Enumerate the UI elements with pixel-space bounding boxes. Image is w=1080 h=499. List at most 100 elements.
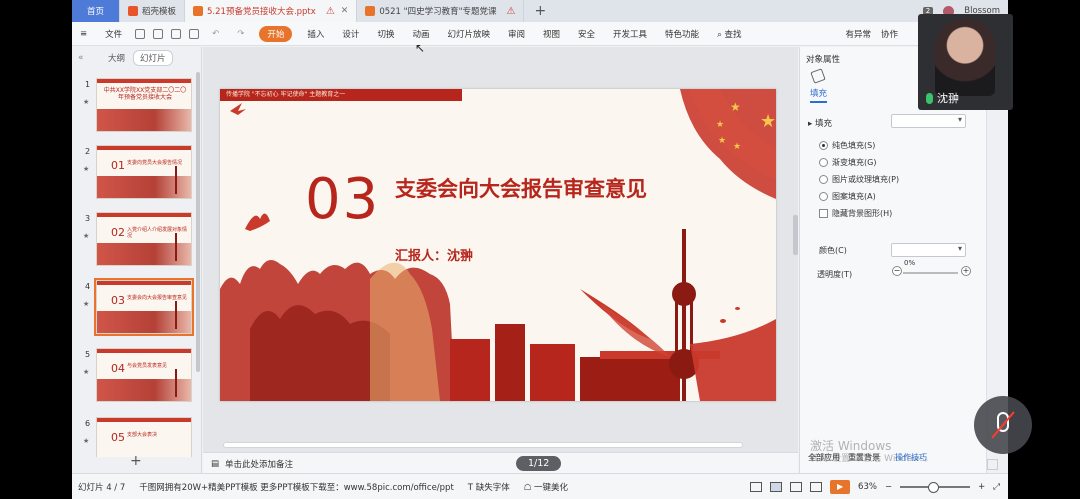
tab-developer[interactable]: 开发工具 <box>604 28 656 40</box>
tab-design[interactable]: 设计 <box>333 28 368 40</box>
animation-star-icon: ★ <box>83 232 90 240</box>
thumb-row[interactable]: 5 ★ 04 与会党员发表意见 <box>72 348 202 408</box>
tab-slideshow[interactable]: 幻灯片放映 <box>438 28 499 40</box>
beautify-button[interactable]: ☖ 一键美化 <box>524 481 568 493</box>
undo-icon[interactable]: ↶ <box>203 29 228 39</box>
tab-insert[interactable]: 插入 <box>298 28 333 40</box>
checkbox-hide-background[interactable]: 隐藏背景图形(H) <box>819 208 892 219</box>
video-tile[interactable]: 沈翀 <box>918 14 1013 110</box>
animation-star-icon: ★ <box>83 437 90 445</box>
radio-pattern-fill[interactable]: 图案填充(A) <box>819 191 876 202</box>
file-menu[interactable]: 文件 <box>96 28 131 40</box>
tab-doc2[interactable]: 0521 "四史学习教育"专题党课 ⚠ <box>357 0 525 22</box>
color-dropdown[interactable] <box>891 243 966 257</box>
tab-outline[interactable]: 大纲 <box>108 52 125 64</box>
canvas-vscrollbar[interactable] <box>793 215 798 255</box>
reset-background-button[interactable]: 重置背景 <box>848 452 880 463</box>
normal-view-icon[interactable] <box>770 481 783 492</box>
tips-link[interactable]: 操作技巧 <box>895 452 927 463</box>
zoom-out-icon[interactable]: − <box>885 482 892 492</box>
thumb-row[interactable]: 3 ★ 02 入党介绍人介绍发展对象情况 <box>72 212 202 272</box>
ad-text[interactable]: 千图网拥有20W+精美PPT模板 更多PPT模板下载至：www.58pic.co… <box>139 481 454 493</box>
radio-gradient-fill[interactable]: 渐变填充(G) <box>819 157 876 168</box>
missing-font-button[interactable]: T 缺失字体 <box>468 481 510 493</box>
panel-scrollbar[interactable] <box>196 72 200 372</box>
zoom-in-icon[interactable]: + <box>978 482 985 492</box>
transparency-label: 透明度(T) <box>817 270 853 279</box>
radio-picture-fill[interactable]: 图片或纹理填充(P) <box>819 174 899 185</box>
tab-review[interactable]: 审阅 <box>499 28 534 40</box>
page-indicator: 1/12 <box>516 456 562 471</box>
changes-button[interactable]: 有异常 <box>845 28 871 40</box>
tab-view[interactable]: 视图 <box>534 28 569 40</box>
tab-transition[interactable]: 切换 <box>368 28 403 40</box>
slide-thumbnail[interactable]: 02 入党介绍人介绍发展对象情况 <box>96 212 192 266</box>
transparency-slider[interactable] <box>903 272 958 274</box>
petal <box>720 319 726 323</box>
slide-thumbnail[interactable]: 05 支部大会表决 <box>96 417 192 457</box>
menu-icon[interactable]: ≡ <box>80 29 96 39</box>
transparency-increase[interactable]: + <box>961 266 971 276</box>
zoom-slider[interactable] <box>900 481 971 493</box>
thumb-silhouette <box>97 243 191 265</box>
slide-title: 支委会向大会报告审查意见 <box>395 177 647 201</box>
thumb-row-current[interactable]: 4 ★ 03 支委会向大会报告审查意见 <box>72 278 202 340</box>
thumb-tower <box>175 233 177 261</box>
print-icon[interactable] <box>171 28 182 39</box>
canvas-hscrollbar[interactable] <box>223 442 743 448</box>
redo-icon[interactable]: ↷ <box>228 29 253 39</box>
search-button[interactable]: ⌕ 查找 <box>708 28 750 40</box>
close-icon[interactable]: ✕ <box>341 6 349 16</box>
grid-view-icon[interactable] <box>987 459 998 470</box>
reading-view-icon[interactable] <box>810 481 823 492</box>
thumb-banner <box>97 281 191 285</box>
thumb-row[interactable]: 2 ★ 01 支委向党员大会报告情况 <box>72 145 202 205</box>
participant-video <box>935 18 995 96</box>
tab-fill[interactable]: 填充 <box>810 87 828 103</box>
fit-window-icon[interactable]: ⤢ <box>993 482 1000 492</box>
participant-name: 沈翀 <box>937 92 959 105</box>
mute-button[interactable] <box>974 396 1032 454</box>
notes-placeholder[interactable]: 单击此处添加备注 <box>225 458 293 470</box>
fill-dropdown[interactable] <box>891 114 966 128</box>
tab-start[interactable]: 开始 <box>259 25 293 42</box>
apply-all-button[interactable]: 全部应用 <box>808 452 840 463</box>
tab-home[interactable]: 首页 <box>72 0 120 22</box>
tab-animation[interactable]: 动画 <box>403 28 438 40</box>
tab-slides[interactable]: 幻灯片 <box>133 50 173 66</box>
collab-button[interactable]: 协作 <box>881 28 898 40</box>
thumb-silhouette <box>97 379 191 401</box>
radio-solid-fill[interactable]: 纯色填充(S) <box>819 140 875 151</box>
status-right: ▶ 63% − + ⤢ <box>750 479 1008 494</box>
thumb-banner <box>97 349 191 353</box>
fill-section[interactable]: ▸ 填充 <box>808 117 832 129</box>
new-tab-button[interactable]: + <box>524 3 556 19</box>
collapse-panel-icon[interactable]: « <box>78 53 84 63</box>
notes-view-icon[interactable] <box>750 481 763 492</box>
thumb-row[interactable]: 6 ★ 05 支部大会表决 <box>72 417 202 457</box>
thumb-number: 1 <box>85 80 91 89</box>
search-icon: ⌕ <box>717 29 722 40</box>
slide-thumbnail-current[interactable]: 03 支委会向大会报告审查意见 <box>94 278 194 336</box>
open-icon[interactable] <box>153 28 164 39</box>
ribbon: ≡ 文件 ↶ ↷ 开始 插入 设计 切换 动画 幻灯片放映 审阅 视图 安全 开… <box>72 22 1008 46</box>
slide-thumbnail[interactable]: 04 与会党员发表意见 <box>96 348 192 402</box>
notes-bar[interactable]: ▤ 单击此处添加备注 1/12 <box>203 452 798 474</box>
preview-icon[interactable] <box>189 28 200 39</box>
tab-security[interactable]: 安全 <box>569 28 604 40</box>
zoom-level[interactable]: 63% <box>858 482 877 492</box>
play-button[interactable]: ▶ <box>830 479 851 494</box>
slide-thumbnail[interactable]: 中共XX学院XX党支部二〇二〇年预备党员接收大会 <box>96 78 192 132</box>
add-slide-button[interactable]: + <box>130 453 142 469</box>
thumb-row[interactable]: 1 ★ 中共XX学院XX党支部二〇二〇年预备党员接收大会 <box>72 78 202 138</box>
tab-features[interactable]: 特色功能 <box>656 28 708 40</box>
tab-doc-active[interactable]: 5.21预备党员接收大会.pptx ⚠ ✕ <box>185 0 358 22</box>
status-bar: 幻灯片 4 / 7 千图网拥有20W+精美PPT模板 更多PPT模板下载至：ww… <box>72 473 1008 499</box>
slide[interactable]: 传播学院 "不忘初心 牢记使命" 主题教育之一 ★ ★ ★ ★ ★ 03 支委会… <box>220 89 776 401</box>
thumb-section-number: 02 <box>111 226 125 239</box>
slide-thumbnail[interactable]: 01 支委向党员大会报告情况 <box>96 145 192 199</box>
sorter-view-icon[interactable] <box>790 481 803 492</box>
tab-template[interactable]: 稻壳模板 <box>120 0 186 22</box>
transparency-decrease[interactable]: − <box>892 266 902 276</box>
save-icon[interactable] <box>135 28 146 39</box>
